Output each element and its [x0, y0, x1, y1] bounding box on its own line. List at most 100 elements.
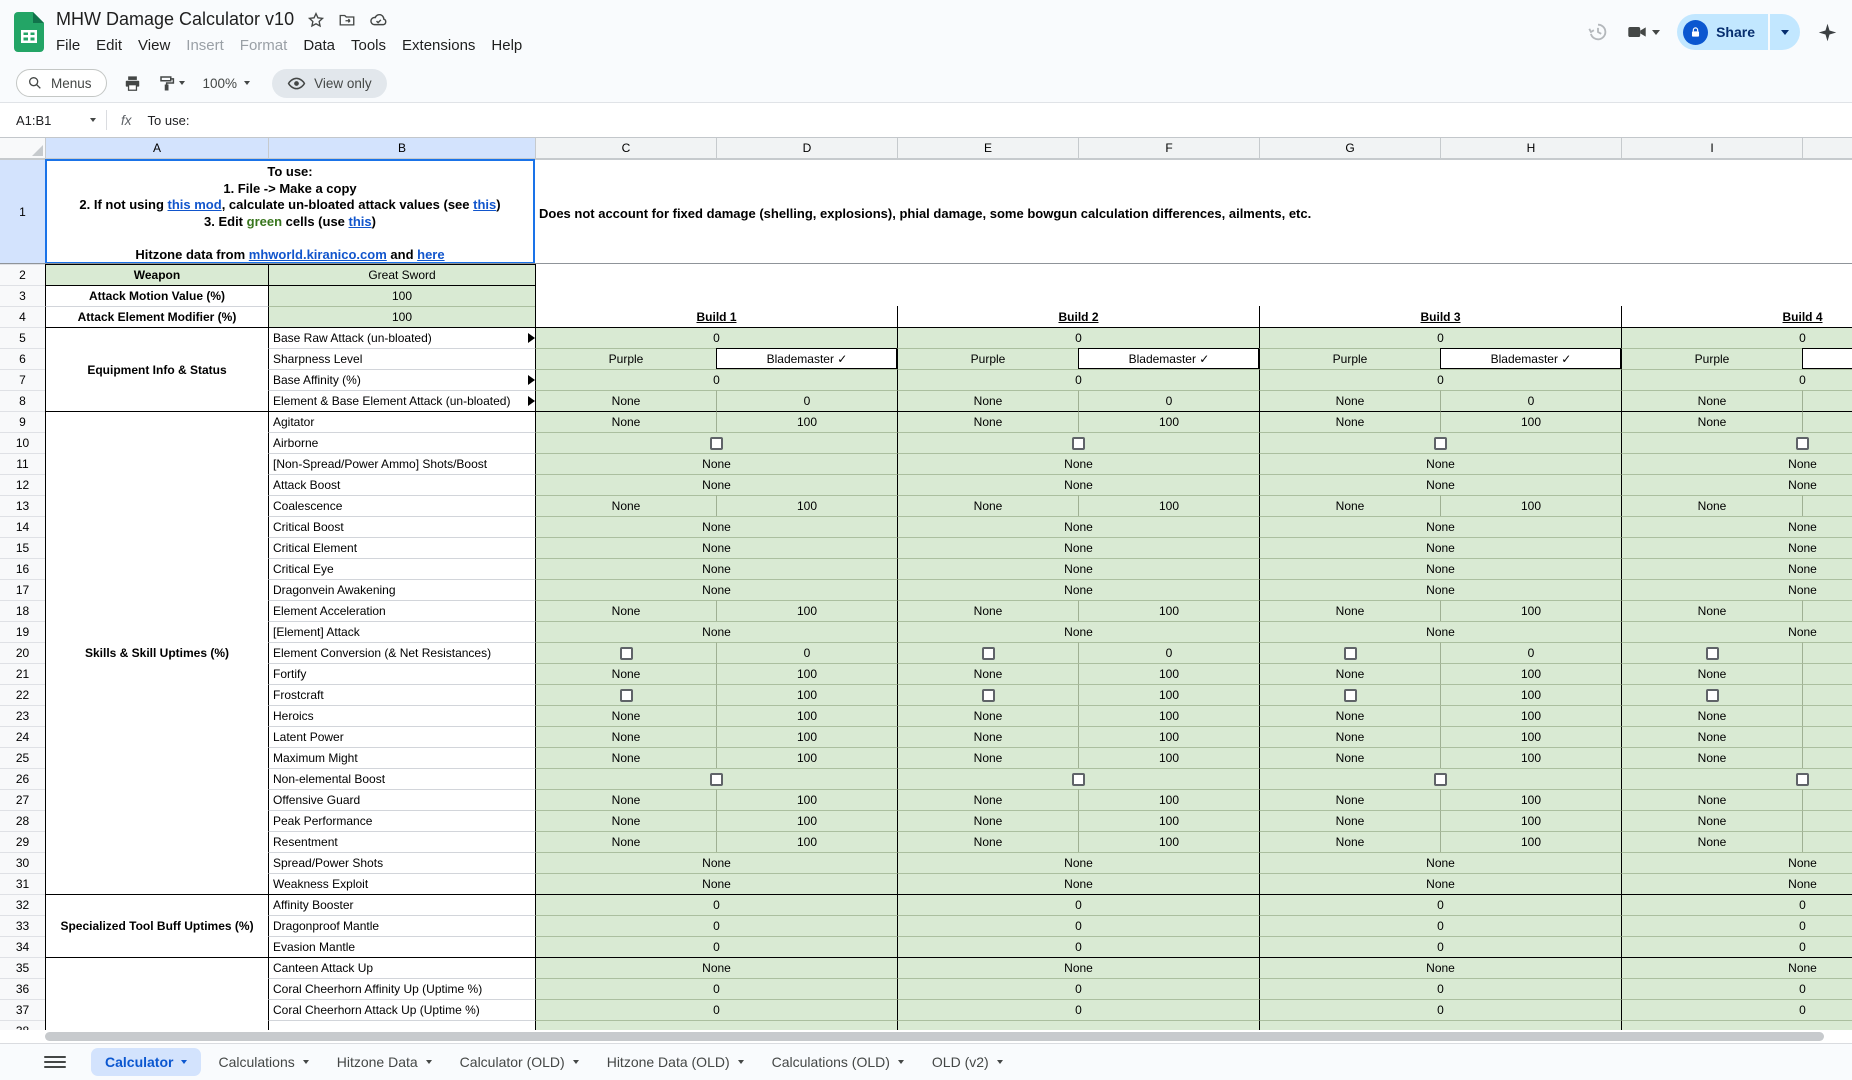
cell-build2-r37[interactable]: 0 [897, 999, 1259, 1020]
cell-b18[interactable]: Element Acceleration [268, 600, 535, 621]
row-header-16[interactable]: 16 [0, 558, 45, 579]
tab-hitzone-data-old[interactable]: Hitzone Data (OLD) [593, 1044, 758, 1080]
cell-build3-r23-d[interactable]: 100 [1440, 705, 1621, 726]
cell-build3-r22-c[interactable] [1259, 684, 1440, 705]
row-header-12[interactable]: 12 [0, 474, 45, 495]
column-header-c[interactable]: C [535, 138, 716, 159]
cell-build3-r13-d[interactable]: 100 [1440, 495, 1621, 516]
cell-build3-r25-c[interactable]: None [1259, 747, 1440, 768]
checkbox-unchecked[interactable] [1706, 647, 1719, 660]
cell-a2-section-label[interactable]: Weapon [45, 264, 268, 285]
row-header-29[interactable]: 29 [0, 831, 45, 852]
row-header-3[interactable]: 3 [0, 285, 45, 306]
cell-build4-r22-c[interactable] [1621, 684, 1802, 705]
row-header-21[interactable]: 21 [0, 663, 45, 684]
cell-b34[interactable]: Evasion Mantle [268, 936, 535, 957]
cell-b37[interactable]: Coral Cheerhorn Attack Up (Uptime %) [268, 999, 535, 1020]
cell-build2-r22-d[interactable]: 100 [1078, 684, 1259, 705]
tab-menu-caret-icon[interactable] [997, 1060, 1003, 1064]
cell-build4-r10[interactable] [1621, 432, 1852, 453]
cell-b6[interactable]: Sharpness Level [268, 348, 535, 369]
tab-menu-caret-icon[interactable] [898, 1060, 904, 1064]
cell-b8[interactable]: Element & Base Element Attack (un-bloate… [268, 390, 535, 411]
cell-build2-r33[interactable]: 0 [897, 915, 1259, 936]
row-header-13[interactable]: 13 [0, 495, 45, 516]
zoom-select[interactable]: 100% [203, 76, 251, 91]
cell-build4-r8-c[interactable]: None [1621, 390, 1802, 411]
cell-b7[interactable]: Base Affinity (%) [268, 369, 535, 390]
cell-build2-r29-c[interactable]: None [897, 831, 1078, 852]
cell-build4-r22-d[interactable]: 100 [1802, 684, 1852, 705]
checkbox-unchecked[interactable] [1796, 773, 1809, 786]
cell-build1-r29-d[interactable]: 100 [716, 831, 897, 852]
tab-calculations[interactable]: Calculations [204, 1044, 322, 1080]
cell-build2-r26[interactable] [897, 768, 1259, 789]
cell-build4-r36[interactable]: 0 [1621, 978, 1852, 999]
cell-b15[interactable]: Critical Element [268, 537, 535, 558]
cell-build2-r28-d[interactable]: 100 [1078, 810, 1259, 831]
row-header-31[interactable]: 31 [0, 873, 45, 894]
name-box[interactable]: A1:B1 [0, 113, 106, 128]
row-header-25[interactable]: 25 [0, 747, 45, 768]
cell-b10[interactable]: Airborne [268, 432, 535, 453]
cell-build2-r24-d[interactable]: 100 [1078, 726, 1259, 747]
cell-build4-r15[interactable]: None [1621, 537, 1852, 558]
cell-build3-r12[interactable]: None [1259, 474, 1621, 495]
view-only-badge[interactable]: View only [272, 69, 387, 98]
column-header-d[interactable]: D [716, 138, 897, 159]
cell-build1-r23-d[interactable]: 100 [716, 705, 897, 726]
cell-build2-r9-c[interactable]: None [897, 411, 1078, 432]
cell-b24[interactable]: Latent Power [268, 726, 535, 747]
cell-build2-r20-c[interactable] [897, 642, 1078, 663]
cell-build1-r6-weapon-class[interactable]: Blademaster ✓ [716, 348, 897, 369]
cell-build1-r25-d[interactable]: 100 [716, 747, 897, 768]
cell-b11[interactable]: [Non-Spread/Power Ammo] Shots/Boost [268, 453, 535, 474]
cell-build3-r28-c[interactable]: None [1259, 810, 1440, 831]
link[interactable]: this mod [168, 197, 222, 212]
cell-build2-r31[interactable]: None [897, 873, 1259, 894]
cell-b9[interactable]: Agitator [268, 411, 535, 432]
cell-build4-r29-c[interactable]: None [1621, 831, 1802, 852]
cell-build2-r6-sharpness-color[interactable]: Purple [897, 348, 1078, 369]
cell-build2-r16[interactable]: None [897, 558, 1259, 579]
row-header-18[interactable]: 18 [0, 600, 45, 621]
print-icon[interactable] [123, 74, 142, 93]
cell-c1-notice[interactable]: Does not account for fixed damage (shell… [535, 159, 1852, 264]
cell-b36[interactable]: Coral Cheerhorn Affinity Up (Uptime %) [268, 978, 535, 999]
version-history-icon[interactable] [1587, 21, 1609, 43]
cell-build1-r8-c[interactable]: None [535, 390, 716, 411]
cell-a3-section-label[interactable]: Attack Motion Value (%) [45, 285, 268, 306]
cell-build1-r23-c[interactable]: None [535, 705, 716, 726]
cell-build1-header[interactable]: Build 1 [535, 306, 897, 327]
cell-build3-r11[interactable]: None [1259, 453, 1621, 474]
cell-build4-r18-d[interactable]: 100 [1802, 600, 1852, 621]
cell-build3-r15[interactable]: None [1259, 537, 1621, 558]
cell-build3-r17[interactable]: None [1259, 579, 1621, 600]
cell-build1-r19[interactable]: None [535, 621, 897, 642]
row-header-22[interactable]: 22 [0, 684, 45, 705]
row-header-2[interactable]: 2 [0, 264, 45, 285]
cell-build2-r7[interactable]: 0 [897, 369, 1259, 390]
checkbox-unchecked[interactable] [982, 689, 995, 702]
video-call-caret-icon[interactable] [1652, 30, 1660, 35]
cell-build2-r17[interactable]: None [897, 579, 1259, 600]
cell-build1-r20-d[interactable]: 0 [716, 642, 897, 663]
cell-build2-r8-d[interactable]: 0 [1078, 390, 1259, 411]
row-header-17[interactable]: 17 [0, 579, 45, 600]
cell-build3-r14[interactable]: None [1259, 516, 1621, 537]
checkbox-unchecked[interactable] [1072, 773, 1085, 786]
cell-build4-r20-c[interactable] [1621, 642, 1802, 663]
menu-edit[interactable]: Edit [88, 36, 130, 55]
cell-build2-r13-d[interactable]: 100 [1078, 495, 1259, 516]
cell-a35-section-label[interactable] [45, 957, 268, 1030]
all-sheets-menu-icon[interactable] [44, 1056, 66, 1068]
cell-build1-r27-d[interactable]: 100 [716, 789, 897, 810]
row-header-15[interactable]: 15 [0, 537, 45, 558]
cell-build1-r21-c[interactable]: None [535, 663, 716, 684]
cell-build3-r34[interactable]: 0 [1259, 936, 1621, 957]
cell-build4-r24-d[interactable]: 100 [1802, 726, 1852, 747]
cell-build2-r32[interactable]: 0 [897, 894, 1259, 915]
cell-b21[interactable]: Fortify [268, 663, 535, 684]
cell-build2-r21-c[interactable]: None [897, 663, 1078, 684]
row-header-8[interactable]: 8 [0, 390, 45, 411]
